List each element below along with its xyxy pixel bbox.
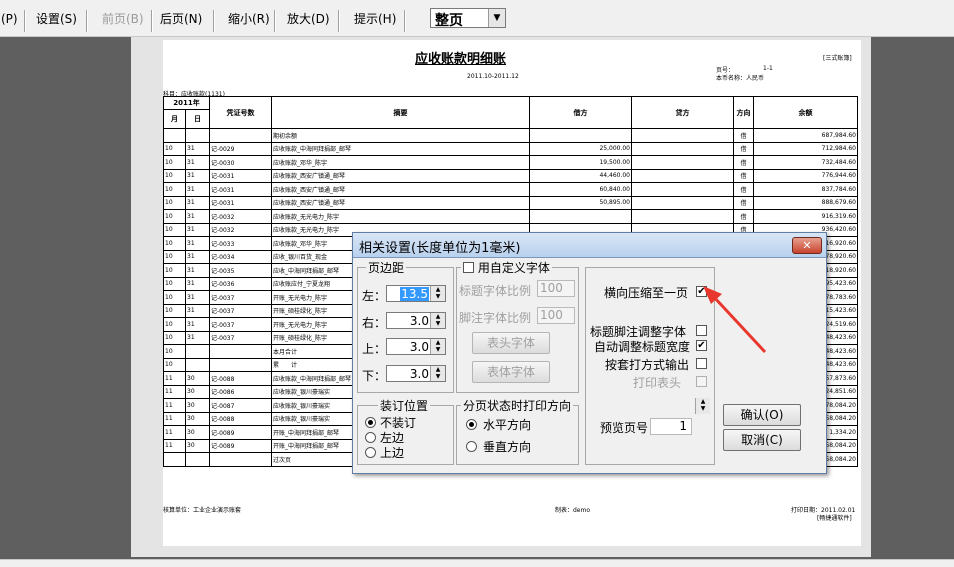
annotation-arrow-icon [703,286,767,354]
